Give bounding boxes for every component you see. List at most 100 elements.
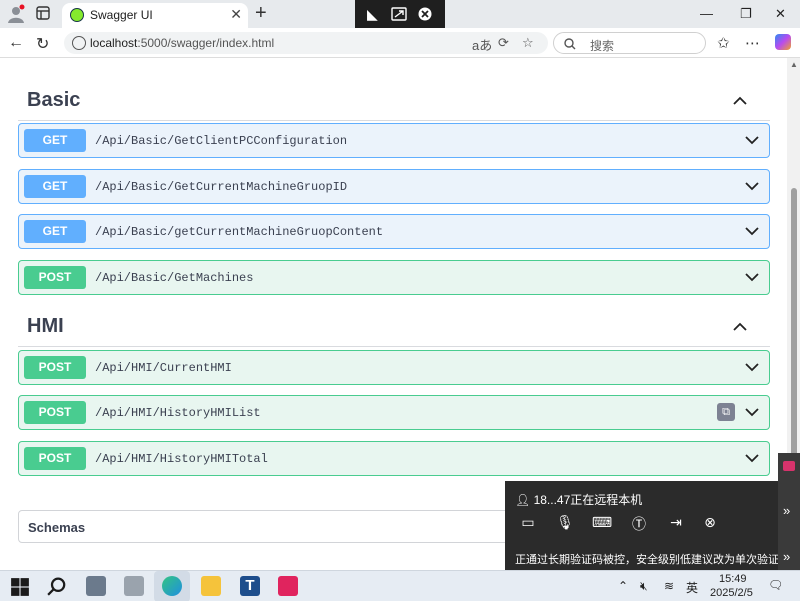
expand-chevron-icon[interactable]: » — [783, 549, 790, 564]
site-info-icon[interactable] — [72, 36, 86, 50]
typora-icon[interactable]: T — [240, 576, 260, 596]
section-title-basic[interactable]: Basic — [27, 89, 80, 112]
opblock-post-current-hmi[interactable]: POST /Api/HMI/CurrentHMI — [18, 350, 770, 385]
more-menu-icon[interactable]: ⋯ — [745, 34, 760, 52]
opblock-post-history-hmi-list[interactable]: POST /Api/HMI/HistoryHMIList ⧉ — [18, 395, 770, 430]
new-tab-button[interactable]: + — [255, 2, 267, 24]
window-close-button[interactable]: ✕ — [775, 6, 786, 22]
windows-start-icon[interactable] — [10, 577, 30, 597]
chevron-down-icon[interactable] — [745, 136, 759, 145]
security-note: 正通过长期验证码被控，安全级别低建议改为单次验证码 — [515, 554, 790, 566]
operation-path: /Api/HMI/HistoryHMIList — [95, 406, 261, 420]
chevron-down-icon[interactable] — [745, 454, 759, 463]
tab-swagger-ui[interactable]: Swagger UI ✕ — [62, 3, 248, 28]
profile-icon[interactable] — [6, 4, 26, 24]
disconnect-icon[interactable]: ⊗ — [699, 514, 721, 534]
method-badge: GET — [24, 220, 86, 243]
copy-to-clipboard-icon[interactable]: ⧉ — [717, 403, 735, 421]
url-path: :5000/swagger/index.html — [137, 36, 275, 50]
keyboard-icon[interactable]: ⌨ — [591, 514, 613, 534]
chevron-down-icon[interactable] — [745, 273, 759, 282]
remote-window-icon[interactable] — [391, 7, 407, 21]
search-placeholder: 搜索 — [590, 39, 615, 53]
operation-path: /Api/HMI/HistoryHMITotal — [95, 452, 268, 466]
refresh-icon[interactable]: ↻ — [36, 34, 49, 54]
favorite-star-icon[interactable]: ☆ — [522, 35, 534, 51]
copilot-icon[interactable] — [775, 34, 791, 50]
remote-user-text: 👤︎ 18...47正在远程本机 — [515, 491, 642, 508]
url-host: localhost — [90, 36, 138, 50]
scroll-up-icon[interactable]: ▲ — [790, 60, 798, 69]
search-icon[interactable] — [47, 577, 67, 597]
chevron-down-icon[interactable] — [745, 182, 759, 191]
method-badge: POST — [24, 356, 86, 379]
volume-muted-icon[interactable]: 🔇︎ — [640, 579, 648, 594]
ime-indicator[interactable]: 英 — [686, 579, 698, 596]
extension-icon[interactable]: ⟳ — [498, 35, 509, 51]
edge-icon[interactable] — [162, 576, 182, 596]
chevron-up-icon[interactable] — [733, 322, 747, 331]
file-explorer-icon[interactable] — [201, 576, 221, 596]
restore-button[interactable]: ❐ — [740, 6, 752, 22]
remote-pointer-icon[interactable]: ◣ — [367, 6, 378, 23]
microphone-icon[interactable]: 🎙︎ — [554, 514, 576, 534]
chevron-up-icon[interactable] — [733, 96, 747, 105]
method-badge: POST — [24, 401, 86, 424]
operation-path: /Api/HMI/CurrentHMI — [95, 361, 232, 375]
remote-close-icon[interactable] — [418, 7, 432, 21]
todesk-icon[interactable] — [278, 576, 298, 596]
chevron-down-icon[interactable] — [745, 408, 759, 417]
remote-session-panel: 👤︎ 18...47正在远程本机 ▭ 🎙︎ ⌨ Ⓣ ⇥ ⊗ 正通过长期验证码被控… — [505, 481, 790, 570]
minimize-button[interactable]: — — [700, 6, 713, 21]
opblock-post-get-machines[interactable]: POST /Api/Basic/GetMachines — [18, 260, 770, 295]
section-divider — [18, 346, 770, 347]
chevron-down-icon[interactable] — [745, 363, 759, 372]
method-badge: POST — [24, 447, 86, 470]
opblock-get-current-machine-group-id[interactable]: GET /Api/Basic/GetCurrentMachineGruopID — [18, 169, 770, 204]
folder-icon[interactable] — [783, 461, 795, 471]
address-bar: ← ↻ localhost:5000/swagger/index.html aあ… — [0, 28, 800, 58]
remote-side-strip: » » — [778, 453, 800, 570]
expand-chevron-icon[interactable]: » — [783, 503, 790, 518]
tab-strip: Swagger UI ✕ + ◣ — ❐ ✕ — [0, 0, 800, 28]
schemas-label: Schemas — [28, 520, 86, 535]
operation-path: /Api/Basic/GetClientPCConfiguration — [95, 134, 348, 148]
back-icon[interactable]: ← — [8, 34, 24, 52]
tab-close-button[interactable]: ✕ — [230, 6, 242, 23]
section-title-hmi[interactable]: HMI — [27, 315, 64, 338]
user-icon: 👤︎ — [515, 493, 531, 507]
method-badge: GET — [24, 129, 86, 152]
opblock-get-client-pc-configuration[interactable]: GET /Api/Basic/GetClientPCConfiguration — [18, 123, 770, 158]
method-badge: GET — [24, 175, 86, 198]
chat-icon[interactable]: ▭ — [517, 514, 539, 534]
tray-overflow-icon[interactable]: ⌃ — [618, 579, 628, 593]
url-text[interactable]: localhost:5000/swagger/index.html — [90, 36, 274, 50]
opblock-get-current-machine-group-content[interactable]: GET /Api/Basic/getCurrentMachineGruopCon… — [18, 214, 770, 249]
text-icon[interactable]: Ⓣ — [628, 514, 650, 534]
operation-path: /Api/Basic/getCurrentMachineGruopContent — [95, 225, 384, 239]
app-icon[interactable] — [124, 576, 144, 596]
notification-icon[interactable]: 🗨︎ — [768, 578, 783, 592]
favorites-icon[interactable]: ✩ — [717, 34, 730, 52]
remote-app-icon[interactable] — [86, 576, 106, 596]
operation-path: /Api/Basic/GetMachines — [95, 271, 254, 285]
chevron-down-icon[interactable] — [745, 227, 759, 236]
operation-path: /Api/Basic/GetCurrentMachineGruopID — [95, 180, 348, 194]
remote-control-bar: ◣ — [355, 0, 445, 28]
remote-user-label: 18...47正在远程本机 — [533, 493, 643, 507]
clock-time[interactable]: 15:49 — [719, 573, 747, 585]
url-field[interactable]: localhost:5000/swagger/index.html aあ ⟳ ☆ — [64, 32, 548, 54]
search-box[interactable]: 搜索 — [553, 32, 706, 54]
search-icon — [564, 38, 576, 50]
tab-actions-icon[interactable] — [36, 6, 50, 20]
read-aloud-icon[interactable]: aあ — [472, 35, 492, 54]
clock-date[interactable]: 2025/2/5 — [710, 587, 753, 599]
wifi-icon[interactable]: ≋ — [664, 579, 674, 593]
taskbar: T ⌃ 🔇︎ ≋ 英 15:49 2025/2/5 🗨︎ — [0, 570, 800, 601]
section-divider — [18, 120, 770, 121]
tab-title: Swagger UI — [90, 8, 153, 22]
file-transfer-icon[interactable]: ⇥ — [665, 514, 687, 534]
method-badge: POST — [24, 266, 86, 289]
opblock-post-history-hmi-total[interactable]: POST /Api/HMI/HistoryHMITotal — [18, 441, 770, 476]
swagger-favicon-icon — [70, 8, 84, 22]
